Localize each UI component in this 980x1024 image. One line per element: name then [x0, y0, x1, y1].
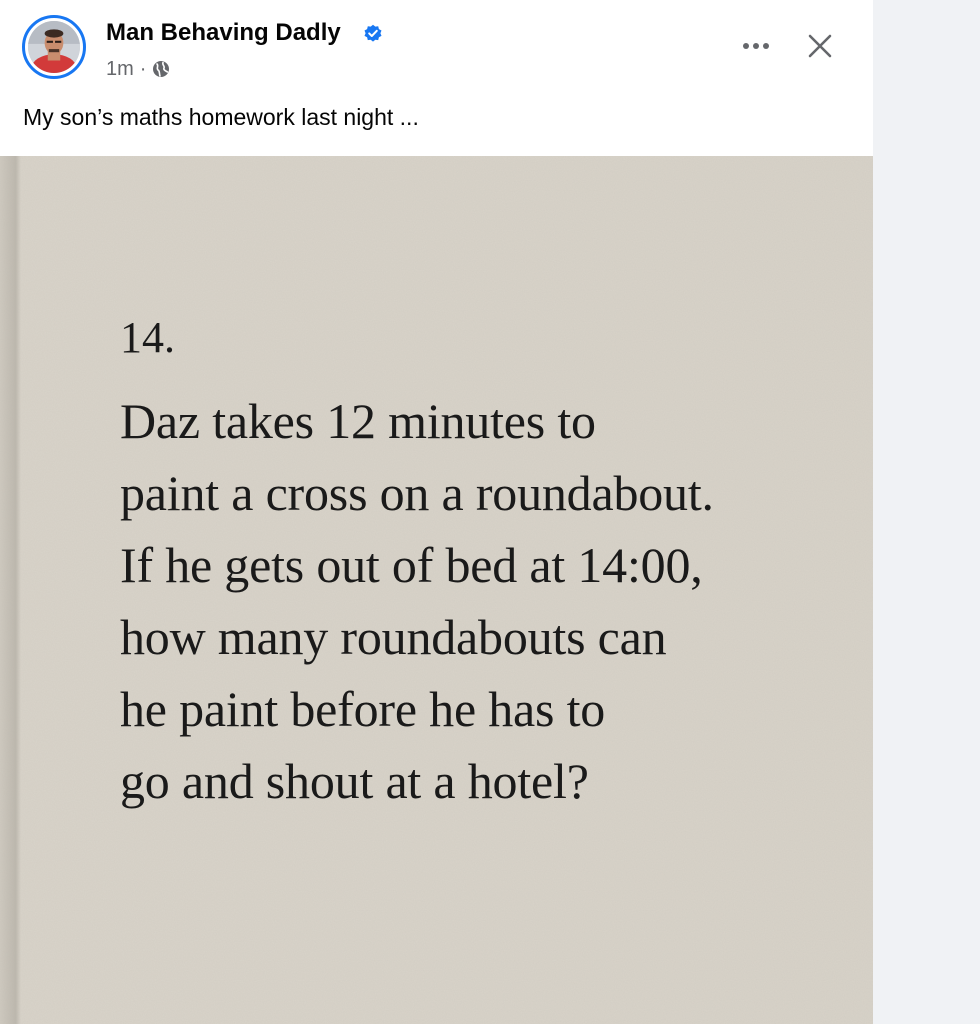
verified-badge-icon — [364, 24, 382, 42]
more-options-icon[interactable] — [736, 28, 776, 64]
globe-icon[interactable] — [152, 60, 170, 78]
avatar-image — [28, 21, 80, 73]
avatar-photo-icon — [28, 21, 80, 73]
x-icon — [808, 34, 832, 58]
post-timestamp[interactable]: 1m — [106, 58, 134, 81]
post-meta: 1m · — [106, 57, 170, 81]
question-line: paint a cross on a roundabout. — [120, 465, 714, 521]
post-header: Man Behaving Dadly 1m · My son’s maths h… — [0, 0, 873, 156]
facebook-post: Man Behaving Dadly 1m · My son’s maths h… — [0, 0, 873, 1024]
question-line: go and shout at a hotel? — [120, 753, 589, 809]
post-caption: My son’s maths homework last night ... — [23, 104, 419, 130]
question-line: Daz takes 12 minutes to — [120, 393, 596, 449]
question-number: 14. — [120, 313, 175, 362]
author-name[interactable]: Man Behaving Dadly — [106, 19, 341, 47]
question-line: he paint before he has to — [120, 681, 606, 737]
question-line: If he gets out of bed at 14:00, — [120, 537, 703, 593]
author-avatar[interactable] — [22, 15, 86, 79]
homework-question: 14. Daz takes 12 minutes to paint a cros… — [120, 314, 714, 817]
post-photo[interactable]: 14. Daz takes 12 minutes to paint a cros… — [0, 156, 873, 1024]
three-dots-icon — [743, 43, 769, 49]
close-icon[interactable] — [800, 26, 840, 66]
meta-separator: · — [139, 57, 147, 80]
question-line: how many roundabouts can — [120, 609, 667, 665]
